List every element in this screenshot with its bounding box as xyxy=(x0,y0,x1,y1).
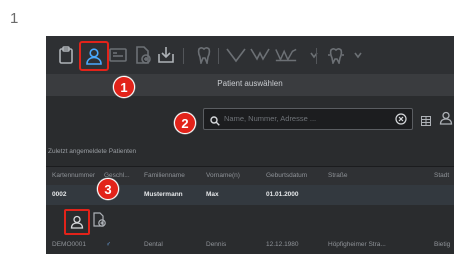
birth-date-cell: 12.12.1980 xyxy=(266,241,299,248)
document-cross-icon[interactable] xyxy=(130,43,154,67)
jaw-icon[interactable] xyxy=(224,43,248,67)
column-header[interactable]: Stadt xyxy=(434,172,449,179)
first-name-cell: Dennis xyxy=(206,241,227,248)
id-card-icon[interactable] xyxy=(106,43,130,67)
user-icon[interactable] xyxy=(439,111,453,130)
table-row[interactable]: DEMO0001 ♂ Dental Dennis 12.12.1980 Höpf… xyxy=(46,235,454,254)
column-header[interactable]: Familienname xyxy=(144,172,185,179)
column-header[interactable]: Geburtsdatum xyxy=(266,172,307,179)
callout-badge: 2 xyxy=(174,112,196,134)
toolbar-separator xyxy=(218,48,219,64)
first-name-cell: Max xyxy=(206,191,219,198)
recent-patients-label: Zuletzt angemeldete Patienten xyxy=(48,148,137,155)
chevron-down-icon[interactable] xyxy=(346,43,370,67)
jaw-icon[interactable] xyxy=(248,43,272,67)
city-cell: Bietig xyxy=(434,241,451,248)
callout-badge: 1 xyxy=(113,76,135,98)
select-patient-button[interactable] xyxy=(64,209,90,235)
tooth-icon[interactable] xyxy=(192,43,216,67)
toolbar-separator xyxy=(183,48,184,64)
street-cell: Höpfigheimer Stra... xyxy=(328,241,386,248)
toolbar-separator xyxy=(316,48,317,64)
document-cross-icon[interactable] xyxy=(88,209,110,231)
column-header[interactable]: Kartennummer xyxy=(52,172,95,179)
callout-badge: 3 xyxy=(97,178,119,200)
patient-user-icon[interactable] xyxy=(79,41,109,71)
dialog-title: Patient auswählen xyxy=(217,79,283,88)
card-number-cell: 0002 xyxy=(52,191,67,198)
main-toolbar xyxy=(46,36,454,75)
search-icon xyxy=(210,113,220,131)
dialog-titlebar: Patient auswählen xyxy=(46,74,454,96)
app-window: Patient auswählen Zuletzt angemeldete Pa… xyxy=(46,36,454,254)
search-row xyxy=(46,96,454,138)
step-number: 1 xyxy=(10,10,19,27)
tooth-icon[interactable] xyxy=(324,43,348,67)
import-icon[interactable] xyxy=(154,43,178,67)
search-field[interactable] xyxy=(203,108,413,130)
column-header[interactable]: Straße xyxy=(328,172,348,179)
column-header[interactable]: Vorname(n) xyxy=(206,172,240,179)
gender-cell: ♂ xyxy=(106,241,111,248)
jaw-icon[interactable] xyxy=(274,43,298,67)
last-name-cell: Mustermann xyxy=(144,191,183,198)
row-actions xyxy=(46,205,454,235)
card-number-cell: DEMO0001 xyxy=(52,241,86,248)
grid-icon[interactable] xyxy=(421,113,431,131)
clipboard-icon[interactable] xyxy=(54,43,78,67)
search-input[interactable] xyxy=(224,111,384,125)
birth-date-cell: 01.01.2000 xyxy=(266,191,299,198)
chevron-down-icon[interactable] xyxy=(302,43,326,67)
clear-icon[interactable] xyxy=(395,112,407,130)
last-name-cell: Dental xyxy=(144,241,163,248)
